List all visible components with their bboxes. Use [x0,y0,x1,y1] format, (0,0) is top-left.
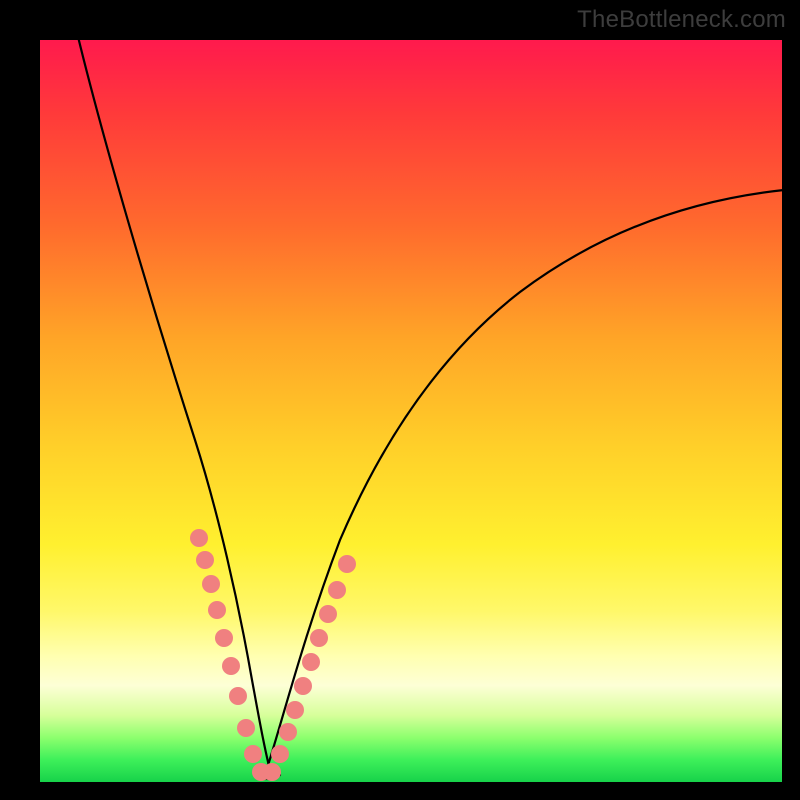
curve-right-arm [264,190,784,778]
bottleneck-curve-svg [40,40,782,782]
chart-frame: TheBottleneck.com [0,0,800,800]
watermark-text: TheBottleneck.com [577,6,786,34]
plot-area [40,40,782,782]
curve-left-arm [74,20,272,778]
